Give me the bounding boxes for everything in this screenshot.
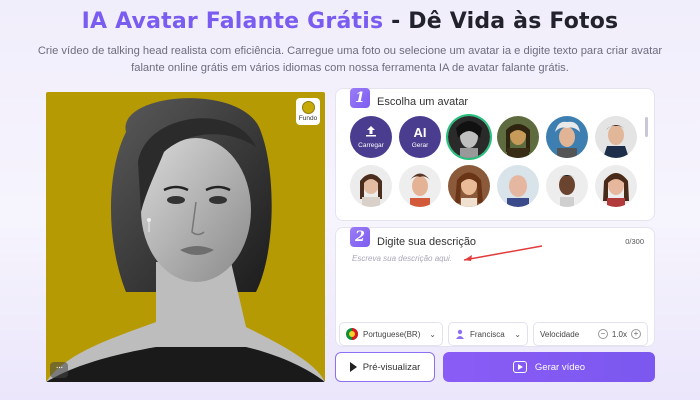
annotation-arrow-icon: [463, 245, 543, 261]
avatar-option[interactable]: [546, 165, 588, 207]
upload-label: Carregar: [358, 142, 384, 149]
brazil-flag-icon: [346, 328, 358, 340]
avatar-option[interactable]: [546, 116, 588, 158]
preview-label: Pré-visualizar: [362, 361, 421, 373]
language-value: Portuguese(BR): [363, 329, 421, 339]
character-counter: 0/300: [625, 237, 644, 246]
speed-value: 1.0x: [611, 329, 627, 339]
avatar-option[interactable]: [497, 116, 539, 158]
play-icon: [349, 362, 357, 372]
avatar-option[interactable]: [448, 116, 490, 158]
more-options-button[interactable]: ···: [50, 362, 68, 378]
video-icon: [512, 361, 527, 373]
ai-icon: AI: [413, 124, 427, 140]
portrait-image: [46, 98, 325, 382]
avatar-scrollbar[interactable]: [645, 117, 648, 137]
speed-control: Velocidade − 1.0x +: [533, 322, 648, 346]
title-accent: IA Avatar Falante Grátis: [81, 9, 384, 34]
chevron-down-icon: ⌄: [429, 329, 436, 339]
person-icon: [456, 329, 464, 339]
step-1-badge: 1: [350, 88, 370, 108]
background-color-icon: [301, 101, 315, 114]
title-rest: - Dê Vida às Fotos: [383, 9, 619, 34]
generate-avatar-button[interactable]: AI Gerar: [399, 116, 441, 158]
voice-value: Francisca: [470, 329, 505, 339]
avatar-option[interactable]: [350, 165, 392, 207]
avatar-option[interactable]: [497, 165, 539, 207]
voice-select[interactable]: Francisca ⌄: [448, 322, 528, 346]
background-label: Fundo: [298, 115, 318, 122]
generate-video-button[interactable]: Gerar vídeo: [443, 352, 655, 382]
preview-button[interactable]: Pré-visualizar: [335, 352, 435, 382]
speed-decrease-button[interactable]: −: [597, 329, 608, 339]
upload-avatar-button[interactable]: Carregar: [350, 116, 392, 158]
avatar-option[interactable]: [595, 165, 637, 207]
step-1-label: Escolha um avatar: [377, 96, 469, 108]
background-button[interactable]: Fundo: [296, 98, 320, 125]
upload-icon: [365, 125, 377, 140]
chevron-down-icon: ⌄: [514, 329, 521, 339]
speed-increase-button[interactable]: +: [631, 329, 641, 339]
page-title: IA Avatar Falante Grátis - Dê Vida às Fo…: [0, 9, 700, 34]
choose-avatar-card: 1 Escolha um avatar Carregar AI Gerar: [335, 88, 655, 221]
avatar-option[interactable]: [448, 165, 490, 207]
generate-video-label: Gerar vídeo: [534, 361, 586, 373]
avatar-option[interactable]: [595, 116, 637, 158]
speed-label: Velocidade: [540, 329, 580, 339]
description-input[interactable]: Escreva sua descrição aqui.: [352, 254, 452, 263]
photo-preview: Fundo ···: [46, 92, 325, 382]
avatar-option[interactable]: [399, 165, 441, 207]
page-subtitle: Crie vídeo de talking head realista com …: [37, 45, 663, 74]
step-2-badge: 2: [350, 227, 370, 247]
generate-label: Gerar: [411, 141, 429, 149]
language-select[interactable]: Portuguese(BR) ⌄: [339, 322, 443, 346]
